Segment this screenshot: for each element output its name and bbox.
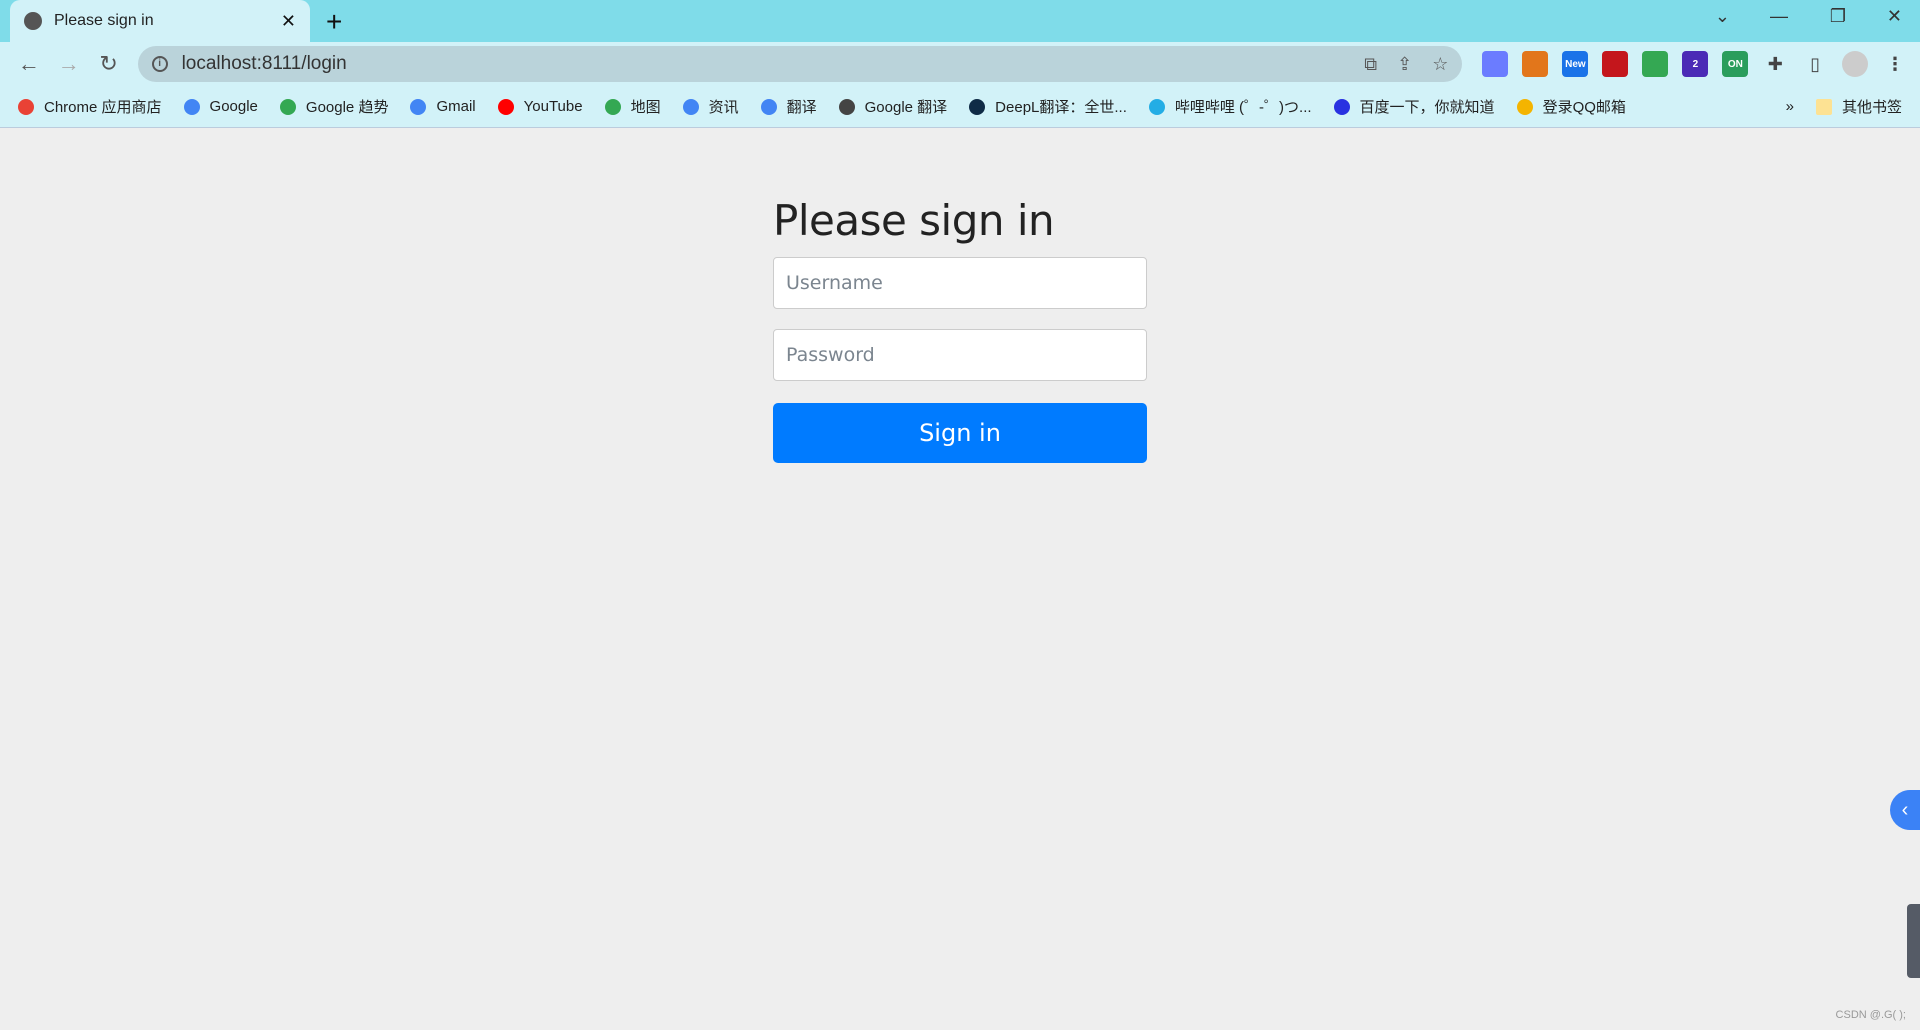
close-window-button[interactable]: ✕ bbox=[1887, 6, 1902, 27]
bookmark-favicon-icon bbox=[760, 98, 777, 115]
address-bar[interactable]: i localhost:8111/login ⧉ ⇪ ☆ bbox=[137, 46, 1463, 82]
menu-icon[interactable]: ⋮ bbox=[1882, 51, 1908, 77]
username-input[interactable] bbox=[773, 257, 1147, 309]
bookmark-label: Google 趋势 bbox=[305, 99, 389, 116]
bookmark-favicon-icon bbox=[1516, 98, 1533, 115]
bookmark-label: Google 翻译 bbox=[864, 99, 948, 116]
bookmark-label: 百度一下，你就知道 bbox=[1359, 99, 1495, 116]
other-bookmarks-folder[interactable]: 其他书签 bbox=[1815, 96, 1902, 117]
bookmark-item[interactable]: DeepL翻译：全世... bbox=[969, 96, 1127, 117]
folder-icon bbox=[1815, 98, 1832, 115]
bookmark-favicon-icon bbox=[1333, 98, 1350, 115]
bookmark-item[interactable]: 登录QQ邮箱 bbox=[1516, 96, 1626, 117]
bookmark-label: Gmail bbox=[436, 98, 476, 115]
info-icon[interactable]: i bbox=[151, 56, 168, 72]
extension-icon[interactable]: New bbox=[1562, 51, 1589, 77]
bookmark-item[interactable]: 哔哩哔哩 (゜-゜)つ... bbox=[1148, 96, 1312, 117]
bookmark-favicon-icon bbox=[969, 98, 986, 115]
bookmarks-bar: Chrome 应用商店 Google Google 趋势 Gmail YouTube 地图… bbox=[0, 86, 1920, 128]
tab-active[interactable]: Please sign in ✕ bbox=[10, 0, 310, 42]
bookmark-label: 资讯 bbox=[708, 99, 739, 116]
toolbar: ← → ↻ i localhost:8111/login ⧉ ⇪ ☆ New 2 O… bbox=[0, 42, 1920, 86]
bookmark-favicon-icon bbox=[410, 98, 427, 115]
tab-search-icon[interactable]: ⌄ bbox=[1715, 6, 1730, 27]
volume-meter-widget bbox=[1907, 904, 1920, 978]
minimize-button[interactable]: — bbox=[1770, 6, 1788, 27]
back-button[interactable]: ← bbox=[12, 51, 46, 77]
bookmark-item[interactable]: 百度一下，你就知道 bbox=[1333, 96, 1495, 117]
bookmark-label: YouTube bbox=[523, 98, 583, 115]
bookmark-item[interactable]: 翻译 bbox=[760, 96, 817, 117]
bookmarks-overflow[interactable]: » bbox=[1786, 98, 1794, 115]
bookmark-favicon-icon bbox=[279, 98, 296, 115]
bookmark-label: DeepL翻译：全世... bbox=[995, 99, 1127, 116]
tab-bar: Please sign in ✕ + ⌄ — ❐ ✕ bbox=[0, 0, 1920, 42]
reload-button[interactable]: ↻ bbox=[92, 51, 126, 77]
bookmark-label: 地图 bbox=[630, 99, 661, 116]
extension-icon[interactable] bbox=[1482, 51, 1509, 77]
url-text[interactable]: localhost:8111/login bbox=[182, 53, 1345, 75]
new-tab-button[interactable]: + bbox=[326, 6, 342, 38]
bookmark-item[interactable]: 资讯 bbox=[682, 96, 739, 117]
bookmark-favicon-icon bbox=[1148, 98, 1165, 115]
watermark: CSDN @.G( ); bbox=[1835, 1009, 1906, 1021]
password-input[interactable] bbox=[773, 329, 1147, 381]
bookmark-favicon-icon bbox=[604, 98, 621, 115]
close-tab-icon[interactable]: ✕ bbox=[281, 11, 296, 32]
bookmark-item[interactable]: Gmail bbox=[410, 96, 476, 117]
extension-icon[interactable] bbox=[1642, 51, 1669, 77]
sign-in-button[interactable]: Sign in bbox=[773, 403, 1147, 463]
bookmark-favicon-icon bbox=[183, 98, 200, 115]
extensions-puzzle-icon[interactable]: ✚ bbox=[1762, 51, 1788, 77]
page-title: Please sign in bbox=[773, 196, 1055, 245]
bookmark-favicon-icon bbox=[18, 98, 34, 115]
extension-icon[interactable]: ON bbox=[1722, 51, 1749, 77]
forward-button[interactable]: → bbox=[52, 51, 86, 77]
bookmark-label: Google bbox=[209, 98, 258, 115]
extension-icon[interactable]: 2 bbox=[1682, 51, 1709, 77]
translate-icon[interactable]: ⧉ bbox=[1364, 54, 1377, 75]
extension-icon[interactable] bbox=[1522, 51, 1549, 77]
bookmark-item[interactable]: Chrome 应用商店 bbox=[18, 96, 162, 117]
share-icon[interactable]: ⇪ bbox=[1397, 54, 1412, 75]
extension-icon[interactable] bbox=[1602, 51, 1629, 77]
globe-icon bbox=[24, 12, 42, 30]
bookmark-star-icon[interactable]: ☆ bbox=[1432, 54, 1448, 75]
bookmark-favicon-icon bbox=[838, 98, 855, 115]
bookmark-favicon-icon bbox=[682, 98, 699, 115]
side-panel-icon[interactable]: ▯ bbox=[1802, 51, 1828, 77]
bookmark-label: 哔哩哔哩 (゜-゜)つ... bbox=[1174, 99, 1312, 116]
bookmark-item[interactable]: YouTube bbox=[497, 96, 583, 117]
restore-button[interactable]: ❐ bbox=[1830, 6, 1846, 27]
bookmark-favicon-icon bbox=[497, 98, 514, 115]
bookmark-label: 登录QQ邮箱 bbox=[1542, 99, 1626, 116]
chevron-left-icon[interactable]: ‹ bbox=[1890, 790, 1920, 830]
tab-title: Please sign in bbox=[54, 12, 154, 29]
login-form: Please sign in Sign in bbox=[773, 196, 1147, 463]
bookmark-item[interactable]: Google bbox=[183, 96, 258, 117]
profile-avatar[interactable] bbox=[1842, 51, 1869, 77]
bookmark-item[interactable]: 地图 bbox=[604, 96, 661, 117]
bookmark-label: 翻译 bbox=[786, 99, 817, 116]
bookmark-item[interactable]: Google 翻译 bbox=[838, 96, 948, 117]
other-bookmarks-label: 其他书签 bbox=[1841, 99, 1902, 116]
bookmark-label: Chrome 应用商店 bbox=[44, 99, 162, 116]
bookmark-item[interactable]: Google 趋势 bbox=[279, 96, 389, 117]
